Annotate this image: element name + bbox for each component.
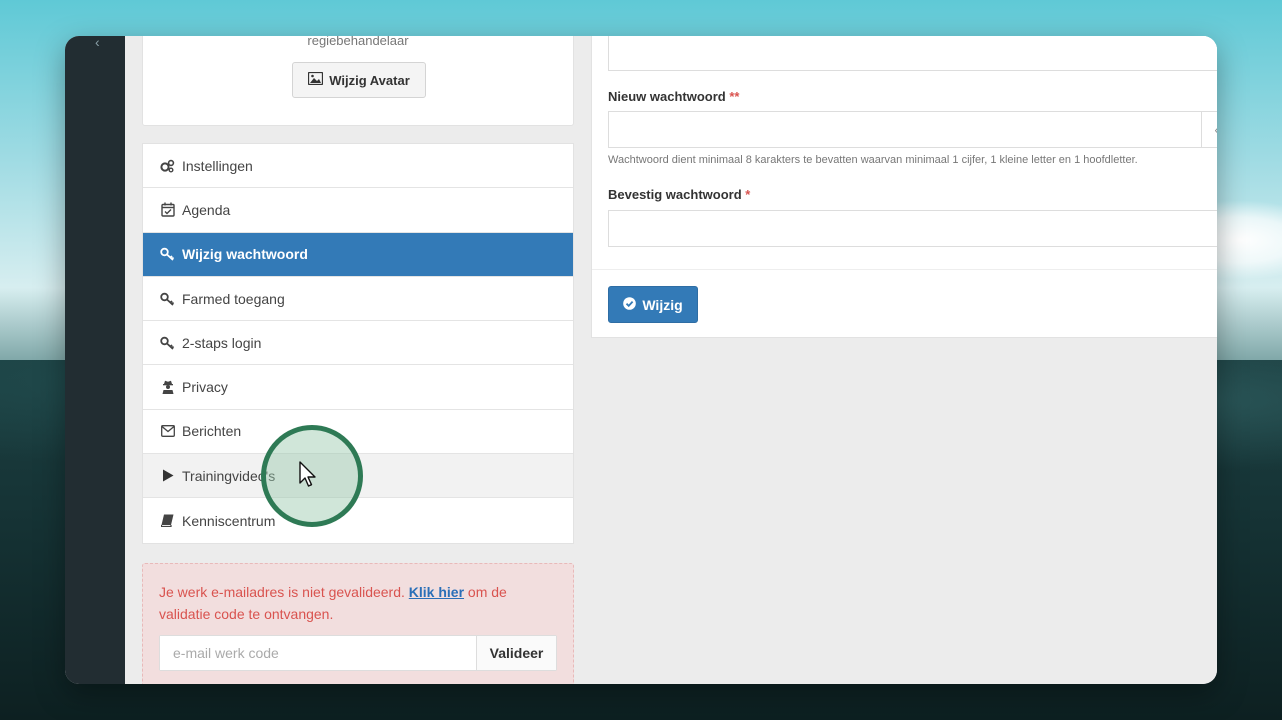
menu-item-berichten[interactable]: Berichten: [143, 410, 573, 455]
mouse-pointer-icon: [299, 461, 316, 487]
change-password-panel: Nieuw wachtwoord ** ‹ Wachtwoord dient m…: [591, 36, 1217, 338]
menu-item-wijzig-wachtwoord[interactable]: Wijzig wachtwoord: [143, 232, 573, 277]
submit-label: Wijzig: [642, 296, 683, 313]
work-email-code-input[interactable]: [160, 636, 476, 670]
gears-icon: [160, 158, 175, 173]
book-icon: [160, 513, 175, 528]
confirm-password-label-text: Bevestig wachtwoord: [608, 187, 742, 202]
change-avatar-label: Wijzig Avatar: [329, 72, 410, 88]
email-validation-alert: Je werk e-mailadres is niet gevalideerd.…: [142, 563, 574, 684]
submit-button[interactable]: Wijzig: [608, 286, 698, 323]
profile-card: regiebehandelaar Wijzig Avatar: [142, 36, 574, 126]
menu-item-label: Instellingen: [182, 157, 253, 174]
play-icon: [160, 468, 175, 483]
new-password-label: Nieuw wachtwoord **: [608, 89, 739, 104]
menu-item-privacy[interactable]: Privacy: [143, 365, 573, 410]
user-secret-icon: [160, 380, 175, 395]
menu-item-label: Kenniscentrum: [182, 512, 276, 529]
profile-role: regiebehandelaar: [307, 36, 409, 48]
confirm-password-input[interactable]: [608, 210, 1217, 247]
required-marker: **: [729, 89, 740, 104]
key-icon: [160, 247, 175, 262]
alert-text: Je werk e-mailadres is niet gevalideerd.: [159, 584, 405, 600]
menu-item-farmed-toegang[interactable]: Farmed toegang: [143, 277, 573, 322]
image-icon: [308, 71, 324, 88]
envelope-icon: [160, 424, 175, 439]
show-password-icon[interactable]: ‹: [1201, 112, 1217, 147]
current-password-input[interactable]: [608, 36, 1217, 71]
menu-item-label: Wijzig wachtwoord: [182, 246, 308, 263]
calendar-check-icon: [160, 202, 175, 218]
nav-rail: ‹: [65, 36, 125, 684]
menu-item-agenda[interactable]: Agenda: [143, 188, 573, 233]
new-password-input[interactable]: ‹: [608, 111, 1217, 148]
confirm-password-label: Bevestig wachtwoord *: [608, 187, 750, 202]
password-help-text: Wachtwoord dient minimaal 8 karakters te…: [608, 154, 1138, 166]
menu-item-label: 2-staps login: [182, 334, 262, 351]
validate-button[interactable]: Valideer: [476, 636, 556, 670]
menu-item-label: Agenda: [182, 201, 231, 218]
form-footer-divider: [592, 269, 1217, 270]
menu-item-label: Berichten: [182, 423, 242, 440]
app-window: ‹ regiebehandelaar Wijzig Avatar Instell…: [65, 36, 1217, 684]
main-content: regiebehandelaar Wijzig Avatar Instellin…: [125, 36, 1217, 684]
check-circle-icon: [623, 296, 637, 313]
menu-item-label: Farmed toegang: [182, 290, 285, 307]
validation-input-group: Valideer: [159, 635, 557, 671]
change-avatar-button[interactable]: Wijzig Avatar: [292, 62, 426, 98]
menu-item-label: Privacy: [182, 379, 228, 396]
menu-item-kenniscentrum[interactable]: Kenniscentrum: [143, 498, 573, 542]
menu-item-instellingen[interactable]: Instellingen: [143, 144, 573, 189]
collapse-chevron-icon[interactable]: ‹: [95, 36, 100, 50]
new-password-label-text: Nieuw wachtwoord: [608, 89, 726, 104]
menu-item-2-staps-login[interactable]: 2-staps login: [143, 321, 573, 366]
key-icon: [160, 335, 175, 350]
required-marker: *: [745, 187, 751, 202]
click-here-link[interactable]: Klik hier: [409, 584, 464, 600]
key-icon: [160, 291, 175, 306]
